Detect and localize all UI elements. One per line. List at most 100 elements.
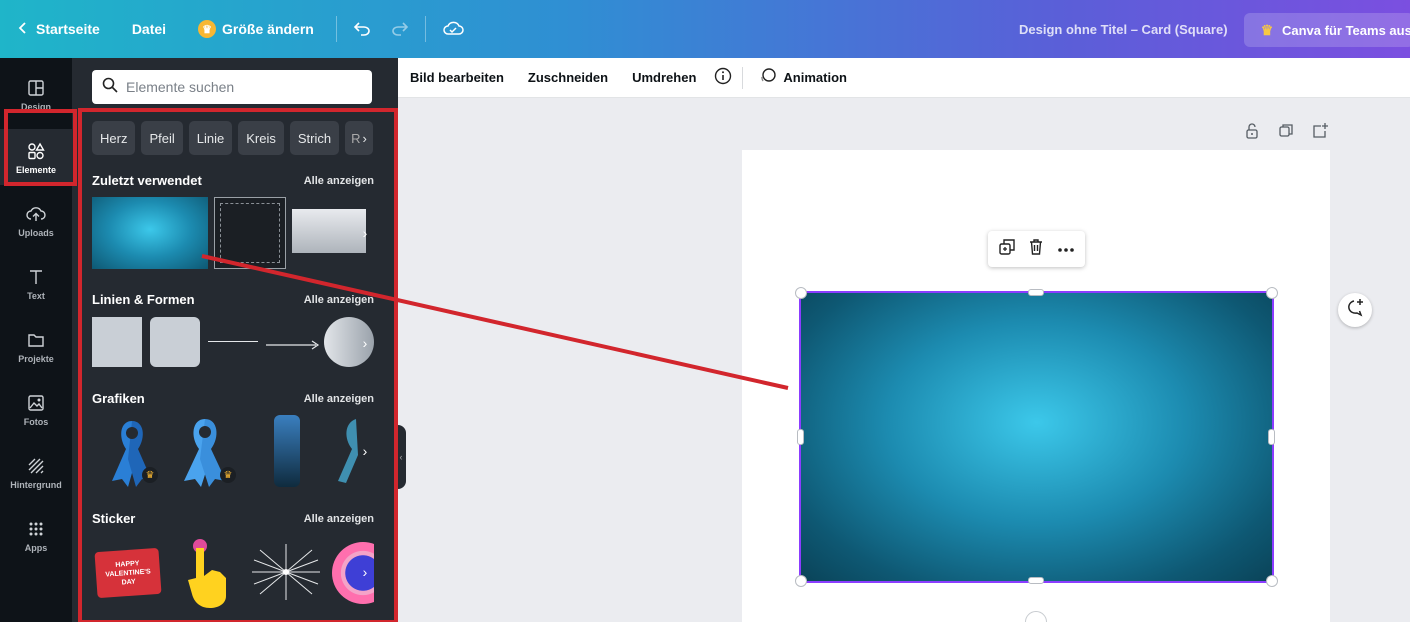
annotation-highlight-elements [4, 109, 77, 186]
square-shape[interactable] [92, 317, 142, 367]
resize-label: Größe ändern [222, 21, 314, 37]
trash-icon[interactable] [1028, 238, 1044, 261]
animation-icon [759, 67, 777, 88]
sticker-banner: HAPPY VALENTINE'S DAY [94, 547, 162, 599]
section-graphics-header: Grafiken Alle anzeigen [92, 391, 374, 406]
context-toolbar: Bild bearbeiten Zuschneiden Umdrehen Ani… [398, 58, 1410, 98]
add-page-icon[interactable] [1312, 122, 1328, 145]
toolbar-divider [742, 66, 744, 89]
rail-item-label: Fotos [23, 416, 49, 427]
see-all-link[interactable]: Alle anzeigen [304, 175, 374, 187]
section-title: Grafiken [92, 391, 145, 406]
flip-button[interactable]: Umdrehen [620, 58, 708, 98]
resize-handle-top-right[interactable] [1266, 287, 1278, 299]
chip-line[interactable]: Linie [188, 121, 233, 155]
recent-gradient-image[interactable] [92, 197, 208, 269]
rail-item-photos[interactable]: Fotos [0, 381, 72, 437]
rail-item-label: Text [27, 290, 45, 301]
resize-handle-bottom[interactable] [1028, 577, 1044, 584]
rail-item-background[interactable]: Hintergrund [0, 444, 72, 500]
teams-label: Canva für Teams aus [1282, 22, 1410, 38]
chevron-right-icon[interactable]: › [356, 325, 374, 361]
collapse-panel-button[interactable]: ‹ [396, 425, 406, 489]
rail-item-apps[interactable]: Apps [0, 507, 72, 563]
light-blue-ribbon-graphic[interactable]: ♛ [174, 415, 236, 487]
resize-button[interactable]: ♛ Größe ändern [182, 0, 330, 58]
lock-icon[interactable] [1244, 122, 1260, 145]
arrow-line-shape[interactable] [266, 337, 320, 350]
starburst-sticker[interactable] [250, 542, 322, 602]
see-all-link[interactable]: Alle anzeigen [304, 294, 374, 306]
crown-icon: ♛ [1260, 21, 1274, 38]
resize-handle-left[interactable] [797, 429, 804, 445]
chevron-right-icon[interactable]: › [356, 554, 374, 590]
info-icon [714, 67, 732, 88]
redo-icon [391, 20, 409, 39]
chevron-left-icon [16, 21, 30, 38]
animation-label: Animation [783, 70, 847, 85]
recent-speech-bubble[interactable] [292, 209, 366, 253]
cloud-save-button[interactable] [432, 0, 474, 58]
resize-handle-right[interactable] [1268, 429, 1275, 445]
blue-ribbon-graphic[interactable]: ♛ [102, 415, 162, 487]
chip-stroke[interactable]: Strich [289, 121, 340, 155]
elements-panel: Herz Pfeil Linie Kreis Strich R › Zuletz… [72, 58, 398, 622]
chip-heart[interactable]: Herz [92, 121, 136, 155]
layout-icon [25, 77, 47, 99]
search-input[interactable] [126, 79, 356, 95]
design-title[interactable]: Design ohne Titel – Card (Square) [1019, 0, 1228, 58]
chip-arrow[interactable]: Pfeil [141, 121, 183, 155]
see-all-link[interactable]: Alle anzeigen [304, 513, 374, 525]
file-menu-button[interactable]: Datei [116, 0, 182, 58]
undo-button[interactable] [343, 0, 381, 58]
section-title: Sticker [92, 511, 136, 526]
valentine-sticker[interactable]: HAPPY VALENTINE'S DAY [92, 547, 164, 599]
undo-icon [353, 20, 371, 39]
rail-item-label: Apps [24, 542, 48, 553]
home-label: Startseite [36, 21, 100, 37]
selected-gradient-image[interactable] [799, 291, 1274, 583]
add-comment-button[interactable] [1338, 293, 1372, 327]
info-button[interactable] [708, 58, 738, 98]
duplicate-page-icon[interactable] [1278, 122, 1294, 145]
rail-item-uploads[interactable]: Uploads [0, 192, 72, 248]
section-lines-shapes-header: Linien & Formen Alle anzeigen [92, 292, 374, 307]
more-options-icon[interactable] [1057, 240, 1075, 258]
chip-more[interactable]: R › [345, 121, 373, 155]
line-shape[interactable] [208, 341, 258, 342]
section-title: Zuletzt verwendet [92, 173, 202, 188]
redo-button[interactable] [381, 0, 419, 58]
canva-teams-button[interactable]: ♛ Canva für Teams aus [1244, 13, 1410, 47]
animation-button[interactable]: Animation [747, 58, 859, 98]
rail-item-projects[interactable]: Projekte [0, 318, 72, 374]
recent-frame-element[interactable] [214, 197, 286, 269]
resize-handle-bottom-right[interactable] [1266, 575, 1278, 587]
gradient-bar-graphic[interactable] [274, 415, 300, 487]
resize-handle-top[interactable] [1028, 289, 1044, 296]
crown-icon: ♛ [142, 467, 158, 483]
chevron-right-icon[interactable]: › [356, 215, 374, 251]
rail-item-label: Uploads [18, 227, 54, 238]
duplicate-icon[interactable] [998, 238, 1016, 261]
rounded-square-shape[interactable] [150, 317, 200, 367]
see-all-link[interactable]: Alle anzeigen [304, 393, 374, 405]
section-title: Linien & Formen [92, 292, 195, 307]
edit-image-button[interactable]: Bild bearbeiten [398, 58, 516, 98]
recent-items-row: › [92, 197, 374, 269]
chevron-right-icon[interactable]: › [356, 433, 374, 469]
home-button[interactable]: Startseite [0, 0, 116, 58]
pointing-hand-sticker[interactable] [180, 536, 236, 608]
crop-button[interactable]: Zuschneiden [516, 58, 620, 98]
rail-item-text[interactable]: Text [0, 255, 72, 311]
resize-handle-top-left[interactable] [795, 287, 807, 299]
keyword-chips: Herz Pfeil Linie Kreis Strich R › [92, 121, 374, 155]
grid-icon [25, 518, 47, 540]
toolbar-divider [335, 16, 337, 42]
sticker-text: DAY [121, 577, 136, 586]
chip-circle[interactable]: Kreis [238, 121, 284, 155]
resize-handle-bottom-left[interactable] [795, 575, 807, 587]
text-icon [25, 266, 47, 288]
search-box[interactable] [92, 70, 372, 104]
rail-item-label: Hintergrund [10, 479, 62, 490]
chevron-right-icon: › [362, 130, 367, 146]
